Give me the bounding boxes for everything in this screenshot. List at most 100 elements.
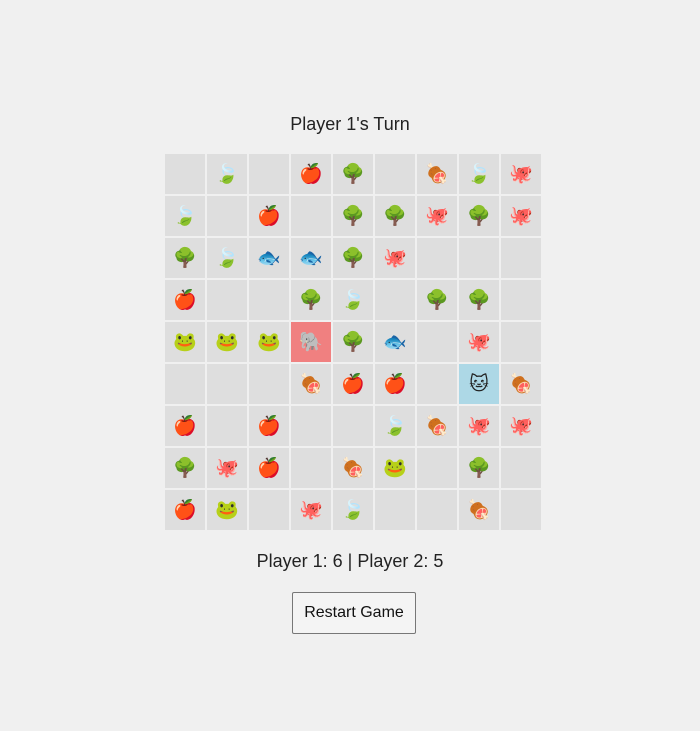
board-cell-tree[interactable]: 🌳	[333, 322, 373, 362]
leaf-icon: 🍃	[215, 247, 239, 269]
board-cell-leaf[interactable]: 🍃	[333, 490, 373, 530]
board-cell-empty[interactable]	[207, 406, 247, 446]
board-cell-empty[interactable]	[249, 280, 289, 320]
board-cell-tree[interactable]: 🌳	[459, 280, 499, 320]
board-cell-leaf[interactable]: 🍃	[207, 238, 247, 278]
board-cell-empty[interactable]	[207, 364, 247, 404]
board-cell-fish[interactable]: 🐟	[375, 322, 415, 362]
board-cell-tree[interactable]: 🌳	[417, 280, 457, 320]
octopus-icon: 🐙	[509, 163, 533, 185]
board-cell-tree[interactable]: 🌳	[165, 238, 205, 278]
board-cell-empty[interactable]	[207, 280, 247, 320]
board-cell-frog[interactable]: 🐸	[375, 448, 415, 488]
board-cell-leaf[interactable]: 🍃	[459, 154, 499, 194]
apple-icon: 🍎	[383, 373, 407, 395]
board-cell-octopus[interactable]: 🐙	[501, 196, 541, 236]
board-cell-apple[interactable]: 🍎	[375, 364, 415, 404]
board-cell-octopus[interactable]: 🐙	[459, 322, 499, 362]
board-cell-meat[interactable]: 🍖	[501, 364, 541, 404]
board-cell-elephant[interactable]: 🐘	[291, 322, 331, 362]
board-cell-empty[interactable]	[375, 490, 415, 530]
board-cell-empty[interactable]	[375, 280, 415, 320]
board-cell-octopus[interactable]: 🐙	[207, 448, 247, 488]
octopus-icon: 🐙	[467, 331, 491, 353]
board-cell-meat[interactable]: 🍖	[417, 406, 457, 446]
tree-icon: 🌳	[341, 247, 365, 269]
board-cell-frog[interactable]: 🐸	[249, 322, 289, 362]
leaf-icon: 🍃	[215, 163, 239, 185]
board-cell-empty[interactable]	[501, 448, 541, 488]
board-cell-octopus[interactable]: 🐙	[459, 406, 499, 446]
octopus-icon: 🐙	[509, 415, 533, 437]
board-cell-empty[interactable]	[501, 280, 541, 320]
board-cell-apple[interactable]: 🍎	[249, 448, 289, 488]
board-cell-apple[interactable]: 🍎	[249, 406, 289, 446]
board-cell-frog[interactable]: 🐸	[207, 322, 247, 362]
board-cell-cat[interactable]: 🐱	[459, 364, 499, 404]
board-cell-tree[interactable]: 🌳	[333, 238, 373, 278]
board-cell-empty[interactable]	[249, 154, 289, 194]
board-cell-leaf[interactable]: 🍃	[207, 154, 247, 194]
board-cell-empty[interactable]	[417, 238, 457, 278]
restart-game-button[interactable]: Restart Game	[292, 592, 416, 634]
board-cell-fish[interactable]: 🐟	[291, 238, 331, 278]
board-cell-empty[interactable]	[417, 364, 457, 404]
board-cell-empty[interactable]	[417, 448, 457, 488]
board-cell-tree[interactable]: 🌳	[333, 154, 373, 194]
board-cell-apple[interactable]: 🍎	[165, 280, 205, 320]
board-cell-empty[interactable]	[249, 364, 289, 404]
board-cell-empty[interactable]	[291, 448, 331, 488]
board-cell-meat[interactable]: 🍖	[417, 154, 457, 194]
board-cell-frog[interactable]: 🐸	[165, 322, 205, 362]
board-cell-octopus[interactable]: 🐙	[501, 154, 541, 194]
board-cell-tree[interactable]: 🌳	[459, 196, 499, 236]
apple-icon: 🍎	[173, 415, 197, 437]
board-cell-empty[interactable]	[291, 406, 331, 446]
meat-icon: 🍖	[509, 373, 533, 395]
tree-icon: 🌳	[173, 457, 197, 479]
board-cell-meat[interactable]: 🍖	[459, 490, 499, 530]
board-cell-empty[interactable]	[459, 238, 499, 278]
board-cell-octopus[interactable]: 🐙	[501, 406, 541, 446]
board-cell-tree[interactable]: 🌳	[375, 196, 415, 236]
apple-icon: 🍎	[173, 289, 197, 311]
board-cell-empty[interactable]	[165, 154, 205, 194]
board-cell-apple[interactable]: 🍎	[291, 154, 331, 194]
board-cell-leaf[interactable]: 🍃	[375, 406, 415, 446]
board-cell-empty[interactable]	[291, 196, 331, 236]
board-cell-apple[interactable]: 🍎	[333, 364, 373, 404]
tree-icon: 🌳	[341, 205, 365, 227]
board-cell-apple[interactable]: 🍎	[165, 406, 205, 446]
board-cell-empty[interactable]	[501, 238, 541, 278]
tree-icon: 🌳	[341, 163, 365, 185]
board-cell-fish[interactable]: 🐟	[249, 238, 289, 278]
board-cell-empty[interactable]	[501, 490, 541, 530]
board-cell-leaf[interactable]: 🍃	[333, 280, 373, 320]
board-cell-octopus[interactable]: 🐙	[375, 238, 415, 278]
board-cell-apple[interactable]: 🍎	[249, 196, 289, 236]
board-cell-empty[interactable]	[417, 322, 457, 362]
board-cell-meat[interactable]: 🍖	[291, 364, 331, 404]
board-cell-empty[interactable]	[207, 196, 247, 236]
board-cell-tree[interactable]: 🌳	[333, 196, 373, 236]
board-cell-empty[interactable]	[501, 322, 541, 362]
apple-icon: 🍎	[341, 373, 365, 395]
board-cell-octopus[interactable]: 🐙	[417, 196, 457, 236]
board-cell-empty[interactable]	[375, 154, 415, 194]
board-cell-tree[interactable]: 🌳	[165, 448, 205, 488]
tree-icon: 🌳	[341, 331, 365, 353]
tree-icon: 🌳	[467, 457, 491, 479]
board-cell-empty[interactable]	[333, 406, 373, 446]
board-cell-tree[interactable]: 🌳	[459, 448, 499, 488]
octopus-icon: 🐙	[383, 247, 407, 269]
board-cell-tree[interactable]: 🌳	[291, 280, 331, 320]
tree-icon: 🌳	[425, 289, 449, 311]
board-cell-leaf[interactable]: 🍃	[165, 196, 205, 236]
board-cell-octopus[interactable]: 🐙	[291, 490, 331, 530]
board-cell-empty[interactable]	[165, 364, 205, 404]
board-cell-empty[interactable]	[249, 490, 289, 530]
board-cell-apple[interactable]: 🍎	[165, 490, 205, 530]
board-cell-empty[interactable]	[417, 490, 457, 530]
board-cell-frog[interactable]: 🐸	[207, 490, 247, 530]
board-cell-meat[interactable]: 🍖	[333, 448, 373, 488]
